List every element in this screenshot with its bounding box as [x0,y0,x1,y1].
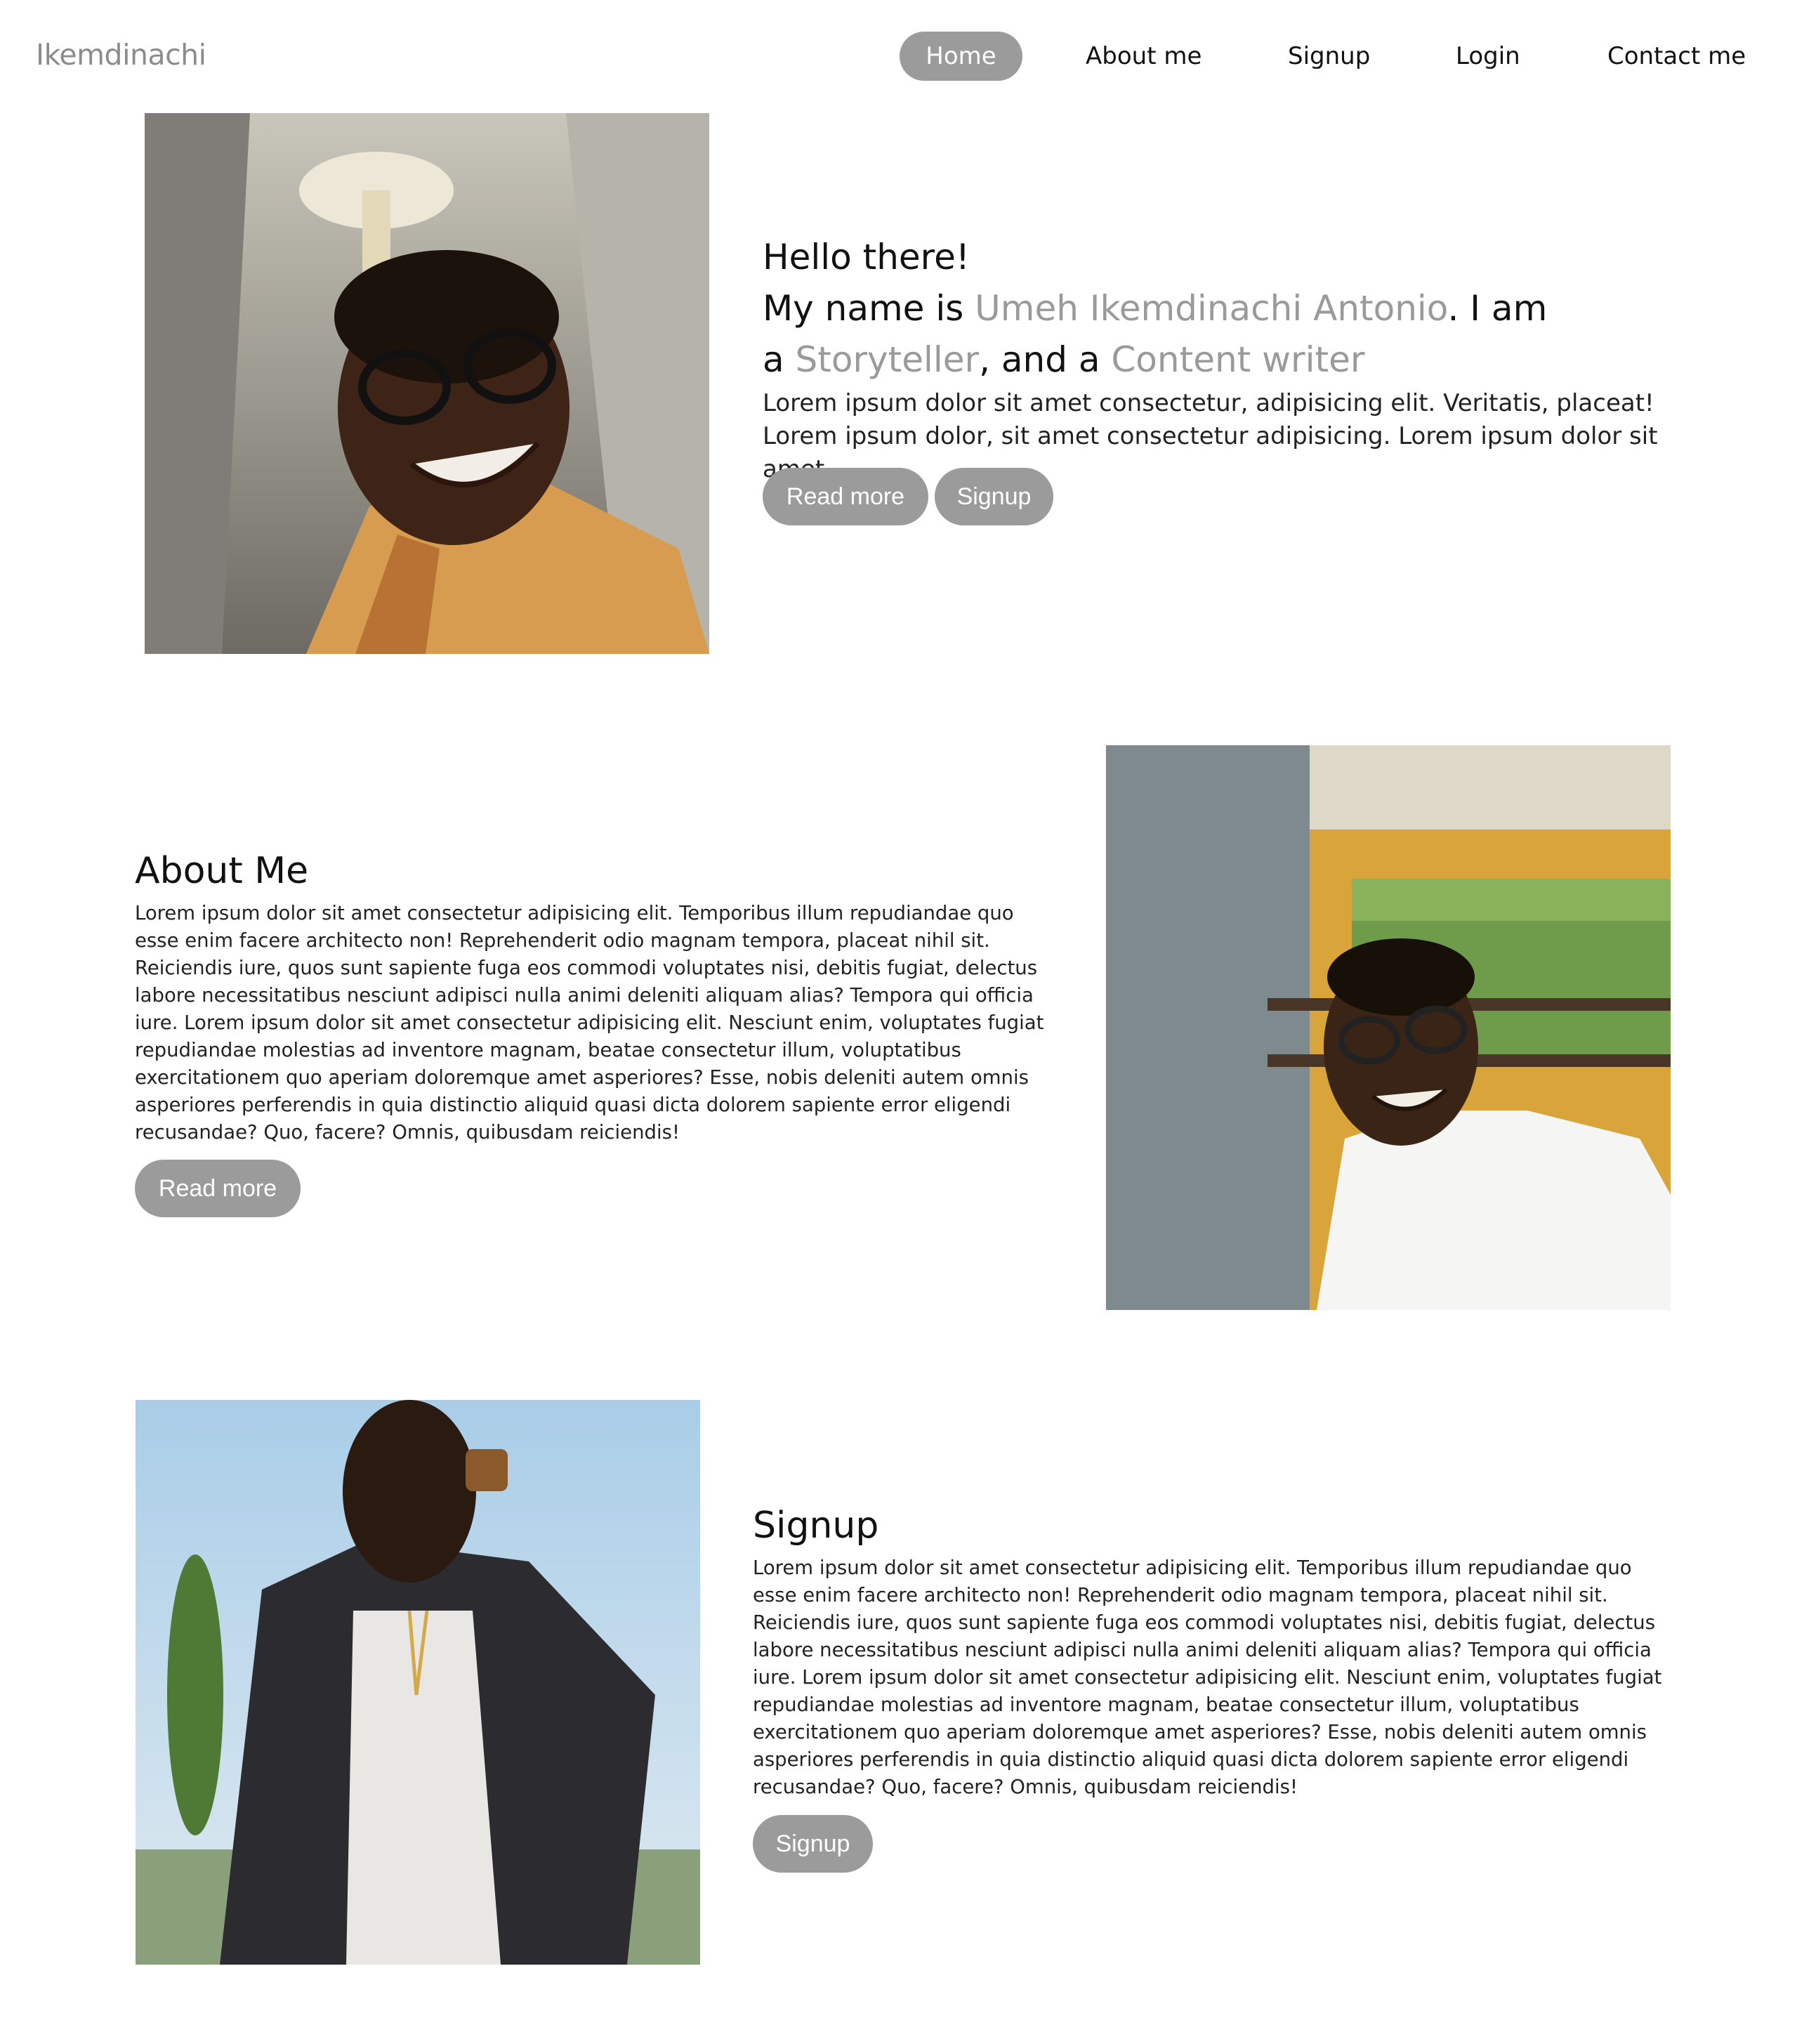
hero-heading: Hello there! My name is Umeh Ikemdinachi… [763,232,1704,386]
hero-role-storyteller: Storyteller [795,339,980,380]
about-read-more-button[interactable]: Read more [135,1160,301,1217]
nav-login[interactable]: Login [1456,32,1520,81]
signup-body: Lorem ipsum dolor sit amet consectetur a… [753,1557,1662,1798]
nav-contact[interactable]: Contact me [1607,32,1746,81]
hero-greeting: Hello there! [763,237,970,277]
hero-description-line-1: Lorem ipsum dolor sit amet consectetur, … [763,389,1654,417]
hero-name-suffix: . I am [1447,288,1548,329]
about-title: About Me [135,850,309,892]
hero-role-content-writer: Content writer [1111,339,1365,380]
hero-portrait-photo [145,113,709,654]
about-portrait-photo [1106,745,1671,1310]
hero-signup-button[interactable]: Signup [935,468,1053,525]
nav-about[interactable]: About me [1086,32,1202,81]
hero-role-join: , and a [979,339,1112,380]
signup-section-button[interactable]: Signup [753,1815,873,1873]
about-body: Lorem ipsum dolor sit amet consectetur a… [135,902,1044,1144]
hero-name: Umeh Ikemdinachi Antonio [975,288,1448,329]
signup-portrait-photo [136,1400,700,1965]
signup-title: Signup [753,1505,879,1547]
main-nav: Home About me Signup Login Contact me [0,32,1797,81]
hero-role-prefix: a [763,339,796,380]
hero-read-more-button[interactable]: Read more [763,468,928,525]
hero-name-prefix: My name is [763,288,975,329]
nav-signup[interactable]: Signup [1288,32,1370,81]
nav-home[interactable]: Home [900,32,1022,81]
hero-intro: Hello there! My name is Umeh Ikemdinachi… [763,232,1704,486]
